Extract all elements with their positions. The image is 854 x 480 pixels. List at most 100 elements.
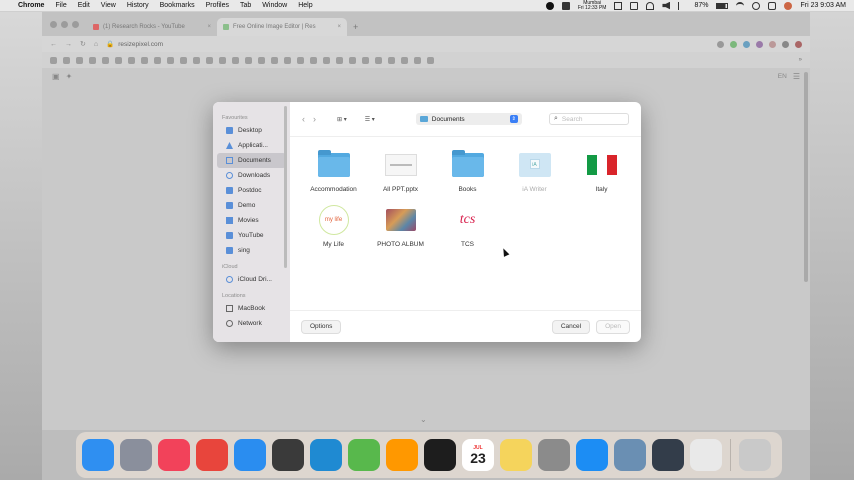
siri-icon[interactable] — [784, 1, 793, 10]
bookmark-icon[interactable] — [141, 56, 148, 64]
bookmark-icon[interactable] — [63, 56, 70, 64]
sidebar-item-macbook[interactable]: MacBook — [217, 301, 286, 316]
bookmark-icon[interactable] — [206, 56, 213, 64]
puzzle-icon[interactable] — [782, 40, 789, 48]
search-icon[interactable] — [752, 1, 761, 10]
search-field[interactable]: ⌕ Search — [549, 113, 629, 125]
bookmark-icon[interactable] — [245, 56, 252, 64]
dock-app-preview[interactable] — [614, 439, 646, 471]
back-arrow-icon[interactable]: ← — [50, 41, 57, 48]
extension-icon[interactable] — [730, 40, 737, 48]
sidebar-item-network[interactable]: Network — [217, 316, 286, 331]
battery-icon[interactable] — [716, 2, 729, 9]
bookmark-icon[interactable] — [154, 56, 161, 64]
bookmark-icon[interactable] — [258, 56, 265, 64]
bookmark-icon[interactable] — [102, 56, 109, 64]
bluetooth-icon[interactable] — [678, 1, 686, 10]
dock-app-system-preferences[interactable] — [538, 439, 570, 471]
sidebar-item-youtube[interactable]: YouTube — [217, 228, 286, 243]
dock-app-vscode[interactable] — [310, 439, 342, 471]
file-item-photo-album[interactable]: PHOTO ALBUM — [367, 205, 434, 248]
language-selector[interactable]: EN — [778, 73, 787, 80]
bookmarks-overflow-button[interactable]: » — [799, 57, 802, 63]
bookmark-icon[interactable] — [414, 56, 421, 64]
record-icon[interactable] — [545, 1, 554, 10]
dock-app-sublime[interactable] — [386, 439, 418, 471]
world-clock[interactable]: Mumbai Fri 12:33 PM — [578, 0, 607, 11]
dock-app-quicktime[interactable] — [652, 439, 684, 471]
volume-icon[interactable] — [662, 1, 671, 10]
dock-app-music[interactable] — [158, 439, 190, 471]
dock-app-finder[interactable] — [82, 439, 114, 471]
dock-app-safari[interactable] — [234, 439, 266, 471]
bookmark-icon[interactable] — [336, 56, 343, 64]
scroll-down-icon[interactable]: ⌄ — [420, 415, 427, 424]
menu-item-bookmarks[interactable]: Bookmarks — [160, 2, 195, 9]
dock-app-chrome[interactable] — [196, 439, 228, 471]
menu-item-history[interactable]: History — [127, 2, 149, 9]
bookmark-icon[interactable] — [180, 56, 187, 64]
bookmark-icon[interactable] — [401, 56, 408, 64]
bookmark-icon[interactable] — [388, 56, 395, 64]
bookmark-icon[interactable] — [128, 56, 135, 64]
bookmark-icon[interactable] — [232, 56, 239, 64]
bookmark-icon[interactable] — [349, 56, 356, 64]
sidebar-item-postdoc[interactable]: Postdoc — [217, 183, 286, 198]
bookmark-icon[interactable] — [89, 56, 96, 64]
back-button[interactable]: ‹ — [302, 114, 305, 124]
bookmark-icon[interactable] — [362, 56, 369, 64]
bookmark-icon[interactable] — [76, 56, 83, 64]
reload-icon[interactable]: ↻ — [80, 40, 86, 48]
minimize-window-button[interactable] — [61, 21, 68, 28]
sidebar-item-downloads[interactable]: Downloads — [217, 168, 286, 183]
address-bar[interactable]: 🔒 resizepixel.com — [106, 40, 163, 49]
chat-icon[interactable] — [561, 1, 570, 10]
sidebar-item-documents[interactable]: Documents — [217, 153, 286, 168]
group-by-button[interactable]: ☰ ▾ — [360, 113, 380, 125]
dock-app-progress[interactable] — [348, 439, 380, 471]
screen-icon[interactable] — [630, 1, 639, 10]
dock-app-terminal[interactable] — [424, 439, 456, 471]
menu-item-window[interactable]: Window — [262, 2, 287, 9]
extension-icon[interactable] — [743, 40, 750, 48]
sidebar-item-desktop[interactable]: Desktop — [217, 123, 286, 138]
hamburger-menu-icon[interactable]: ☰ — [793, 72, 800, 81]
dock-app-trash[interactable] — [739, 439, 771, 471]
dock-app-launchpad[interactable] — [120, 439, 152, 471]
headphones-icon[interactable] — [646, 1, 655, 10]
home-icon[interactable]: ⌂ — [94, 41, 98, 48]
dock-app-notes[interactable] — [500, 439, 532, 471]
bookmark-icon[interactable] — [310, 56, 317, 64]
menu-item-edit[interactable]: Edit — [78, 2, 90, 9]
bookmark-star-icon[interactable] — [717, 40, 724, 48]
file-item-accommodation[interactable]: Accommodation — [300, 150, 367, 193]
file-item-books[interactable]: Books — [434, 150, 501, 193]
file-item-my-life[interactable]: my life My Life — [300, 205, 367, 248]
tab-resizepixel[interactable]: Free Online Image Editor | Res × — [217, 18, 347, 36]
tab-close-icon[interactable]: × — [337, 24, 341, 30]
tab-youtube[interactable]: (1) Research Rocks - YouTube × — [87, 18, 217, 36]
menu-item-file[interactable]: File — [55, 2, 66, 9]
sidebar-item-demo[interactable]: Demo — [217, 198, 286, 213]
file-item-italy[interactable]: Italy — [568, 150, 635, 193]
wifi-icon[interactable] — [736, 1, 745, 10]
dock-app-app-store[interactable] — [576, 439, 608, 471]
twitter-icon[interactable]: ✦ — [66, 72, 73, 81]
page-scrollbar[interactable] — [804, 72, 808, 282]
menu-item-profiles[interactable]: Profiles — [206, 2, 229, 9]
close-window-button[interactable] — [50, 21, 57, 28]
forward-button[interactable]: › — [313, 114, 316, 124]
bookmark-icon[interactable] — [375, 56, 382, 64]
battery-percent[interactable]: 87% — [694, 2, 708, 9]
extension-icon[interactable] — [769, 40, 776, 48]
menu-app-name[interactable]: Chrome — [18, 2, 44, 9]
dock-app-calendar[interactable]: JUL 23 — [462, 439, 494, 471]
view-mode-button[interactable]: ⊞ ▾ — [332, 113, 352, 125]
zoom-window-button[interactable] — [72, 21, 79, 28]
bookmark-icon[interactable] — [271, 56, 278, 64]
bookmark-icon[interactable] — [167, 56, 174, 64]
page-logo-icon[interactable]: ▣ — [52, 72, 60, 81]
sidebar-item-sing[interactable]: sing — [217, 243, 286, 258]
bookmark-icon[interactable] — [193, 56, 200, 64]
window-icon[interactable] — [614, 1, 623, 10]
